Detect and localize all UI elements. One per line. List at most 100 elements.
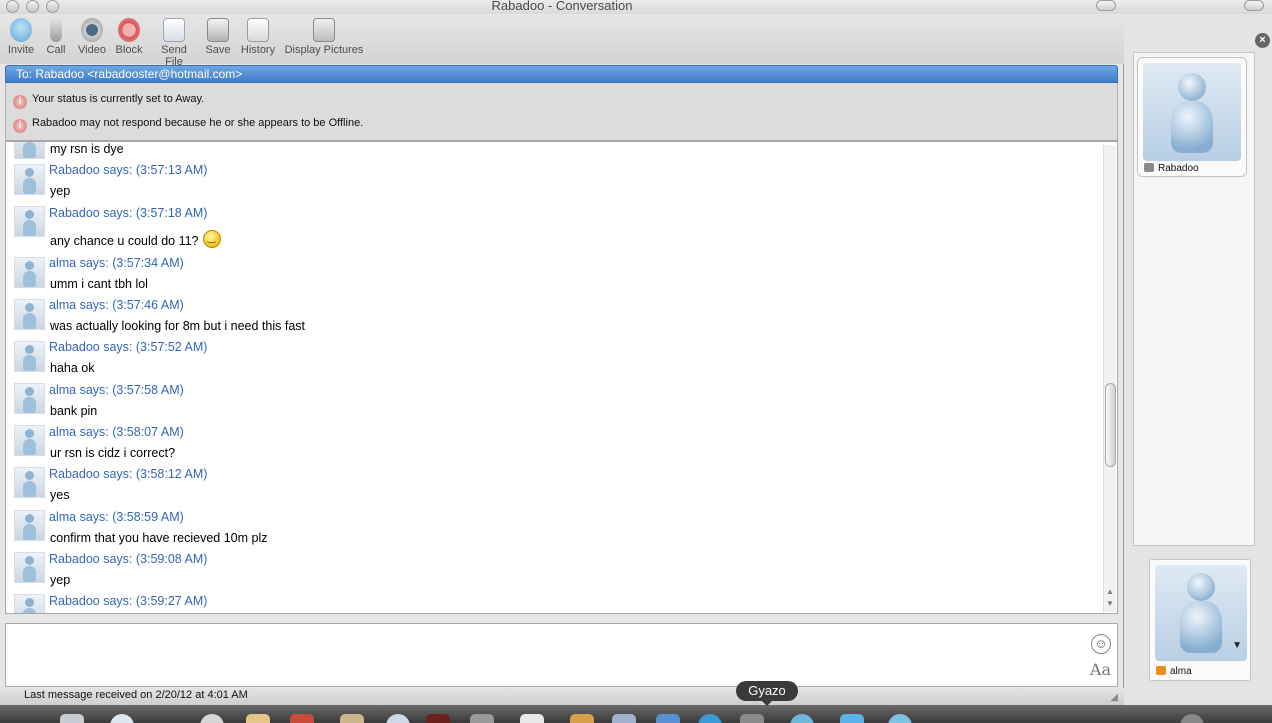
history-icon xyxy=(247,18,269,42)
dock-tooltip: Gyazo xyxy=(736,681,798,706)
last-message-status: Last message received on 2/20/12 at 4:01… xyxy=(24,689,248,701)
floppy-disk-icon xyxy=(207,18,229,42)
dock-app-icon[interactable] xyxy=(386,714,410,723)
block-label: Block xyxy=(115,44,143,56)
contact-picture-card[interactable]: Rabadoo xyxy=(1137,57,1247,177)
dock-app-icon[interactable] xyxy=(340,714,364,723)
avatar xyxy=(14,467,45,498)
dock-app-icon[interactable] xyxy=(520,714,544,723)
title-bar[interactable]: Rabadoo - Conversation xyxy=(0,0,1124,14)
call-button[interactable]: Call xyxy=(44,18,68,56)
avatar xyxy=(14,510,45,541)
font-button[interactable]: Aa xyxy=(1090,660,1111,679)
dock xyxy=(0,705,1272,723)
message-header: Rabadoo says: (3:59:27 AM) xyxy=(49,594,208,608)
contact-name: Rabadoo xyxy=(1158,163,1199,174)
self-name: alma xyxy=(1170,666,1192,677)
message-header: Rabadoo says: (3:58:12 AM) xyxy=(49,467,208,481)
drawer-toggle-button[interactable] xyxy=(1244,0,1264,11)
dock-app-icon[interactable] xyxy=(570,714,594,723)
message-history[interactable]: my rsn is dye Rabadoo says: (3:57:13 AM)… xyxy=(5,141,1118,614)
display-pictures-label: Display Pictures xyxy=(284,44,364,56)
message-header: Rabadoo says: (3:57:13 AM) xyxy=(49,163,208,177)
dock-app-icon[interactable] xyxy=(790,714,814,723)
self-picture-card[interactable]: ▼ alma xyxy=(1149,559,1251,681)
scroll-up-arrow-icon[interactable]: ▲ xyxy=(1106,587,1114,596)
dock-app-icon[interactable] xyxy=(1180,714,1204,723)
avatar xyxy=(14,206,45,237)
recipient-bar: To: Rabadoo <rabadooster@hotmail.com> xyxy=(5,65,1118,83)
dock-app-icon[interactable] xyxy=(888,714,912,723)
smiley-icon xyxy=(202,230,221,248)
message-text: yep xyxy=(50,573,71,587)
avatar xyxy=(14,594,45,613)
away-status-icon xyxy=(1156,666,1166,675)
save-button[interactable]: Save xyxy=(204,18,232,56)
dock-app-icon[interactable] xyxy=(740,714,764,723)
message-header: Rabadoo says: (3:57:18 AM) xyxy=(49,206,208,220)
picture-menu-arrow-icon[interactable]: ▼ xyxy=(1232,640,1242,651)
dock-app-icon[interactable] xyxy=(290,714,314,723)
buddy-head-icon xyxy=(1187,573,1215,601)
self-name-label: alma xyxy=(1156,666,1192,677)
dock-app-icon[interactable] xyxy=(426,714,450,723)
message-header: Rabadoo says: (3:59:08 AM) xyxy=(49,552,208,566)
chat-scrollbar[interactable]: ▲ ▼ xyxy=(1103,145,1116,612)
avatar xyxy=(14,552,45,583)
notice-area: i Your status is currently set to Away. i… xyxy=(5,83,1118,141)
drawer-titlebar xyxy=(1124,0,1272,14)
save-label: Save xyxy=(205,44,231,56)
avatar xyxy=(14,383,45,414)
display-pictures-button[interactable]: Display Pictures xyxy=(284,18,364,56)
message-text: my rsn is dye xyxy=(50,142,124,156)
call-label: Call xyxy=(46,44,66,56)
dock-app-icon[interactable] xyxy=(612,714,636,723)
dock-app-icon[interactable] xyxy=(110,714,134,723)
buddy-body-icon xyxy=(1180,601,1222,653)
invite-button[interactable]: Invite xyxy=(7,18,35,56)
scroll-down-arrow-icon[interactable]: ▼ xyxy=(1106,599,1114,608)
send-file-button[interactable]: Send File xyxy=(151,18,197,68)
dock-app-icon[interactable] xyxy=(840,714,864,723)
avatar xyxy=(14,164,45,195)
video-button[interactable]: Video xyxy=(77,18,107,56)
message-text: yep xyxy=(50,184,71,198)
dock-app-icon[interactable] xyxy=(470,714,494,723)
message-header: alma says: (3:57:34 AM) xyxy=(49,256,184,270)
emoticon-button[interactable]: ☺ xyxy=(1091,634,1111,654)
invite-icon xyxy=(10,18,32,42)
dock-app-icon[interactable] xyxy=(246,714,270,723)
block-icon xyxy=(118,18,140,42)
block-button[interactable]: Block xyxy=(114,18,144,56)
message-text: confirm that you have recieved 10m plz xyxy=(50,531,268,545)
message-header: Rabadoo says: (3:57:52 AM) xyxy=(49,340,208,354)
message-header: alma says: (3:58:07 AM) xyxy=(49,425,184,439)
message-header: alma says: (3:58:59 AM) xyxy=(49,510,184,524)
history-button[interactable]: History xyxy=(239,18,277,56)
message-header: alma says: (3:57:58 AM) xyxy=(49,383,184,397)
invite-label: Invite xyxy=(7,44,35,56)
dock-app-icon[interactable] xyxy=(60,714,84,723)
send-file-icon xyxy=(163,18,185,42)
message-text: any chance u could do 11? xyxy=(50,234,199,248)
microphone-icon xyxy=(50,18,62,42)
toolbar-toggle-button[interactable] xyxy=(1096,0,1116,11)
contact-picture-panel: Rabadoo xyxy=(1133,52,1255,546)
notice-text: Your status is currently set to Away. xyxy=(32,93,205,105)
message-line: any chance u could do 11? xyxy=(50,230,221,248)
display-pictures-drawer: × Rabadoo ▼ alma xyxy=(1124,0,1272,705)
notice-text: Rabadoo may not respond because he or sh… xyxy=(32,117,364,129)
notice-away: i Your status is currently set to Away. xyxy=(13,93,204,109)
message-input[interactable]: ☺ Aa xyxy=(5,623,1118,687)
dock-app-icon[interactable] xyxy=(656,714,680,723)
resize-grip-icon[interactable]: ◢ xyxy=(1110,692,1118,703)
conversation-window: Rabadoo - Conversation Invite Call Video… xyxy=(0,0,1124,705)
offline-status-icon xyxy=(1144,163,1154,172)
message-text: haha ok xyxy=(50,361,95,375)
dock-app-icon[interactable] xyxy=(698,714,722,723)
avatar xyxy=(14,299,45,330)
dock-app-icon[interactable] xyxy=(200,714,224,723)
message-text: bank pin xyxy=(50,404,98,418)
scrollbar-thumb[interactable] xyxy=(1105,383,1116,467)
close-drawer-icon[interactable]: × xyxy=(1255,33,1270,48)
